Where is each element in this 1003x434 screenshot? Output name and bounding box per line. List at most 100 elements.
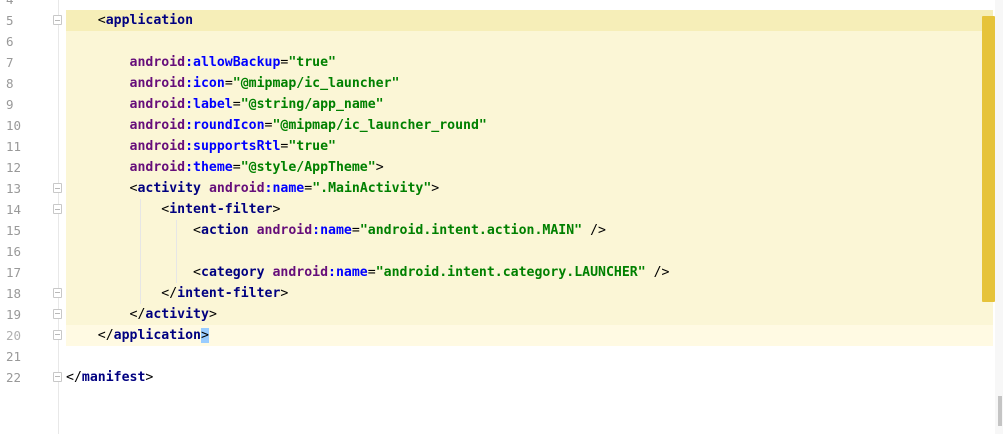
code-line[interactable]: </intent-filter> — [66, 283, 993, 304]
code-token: "android.intent.category.LAUNCHER" — [375, 265, 646, 280]
code-token: manifest — [81, 370, 146, 385]
code-line[interactable]: android:supportsRtl="true" — [66, 136, 993, 157]
code-token: "@style/AppTheme" — [240, 160, 376, 175]
scrollbar-thumb[interactable] — [998, 396, 1002, 426]
code-token: "true" — [288, 55, 336, 70]
code-token: activity — [145, 307, 209, 322]
line-number: 9 — [6, 97, 14, 112]
code-token: :name — [328, 265, 368, 280]
code-line[interactable]: android:theme="@style/AppTheme"> — [66, 157, 993, 178]
code-token: </ — [161, 286, 178, 301]
fold-open-icon[interactable] — [53, 15, 62, 25]
line-number: 7 — [6, 55, 14, 70]
code-line[interactable]: </manifest> — [66, 367, 993, 388]
code-line[interactable]: <activity android:name=".MainActivity"> — [66, 178, 993, 199]
scrollbar[interactable] — [995, 0, 1003, 434]
code-token: = — [232, 160, 241, 175]
fold-close-icon[interactable] — [53, 372, 62, 382]
code-token: :name — [264, 181, 305, 196]
code-token: action — [201, 223, 257, 238]
code-token: application — [105, 13, 194, 28]
code-token: </ — [66, 370, 82, 385]
code-line[interactable]: <action android:name="android.intent.act… — [66, 220, 993, 241]
code-token: /> — [645, 265, 670, 280]
line-number: 5 — [6, 13, 14, 28]
code-token: "@mipmap/ic_launcher_round" — [272, 118, 487, 133]
line-number: 4 — [6, 0, 34, 10]
code-token: > — [280, 286, 289, 301]
code-line[interactable]: android:allowBackup="true" — [66, 52, 993, 73]
code-token: ".MainActivity" — [312, 181, 432, 196]
fold-open-icon[interactable] — [53, 204, 62, 214]
line-number: 8 — [6, 76, 14, 91]
code-line[interactable]: <category android:name="android.intent.c… — [66, 262, 993, 283]
line-number: 10 — [6, 118, 22, 133]
line-number: 21 — [6, 349, 22, 364]
code-line[interactable] — [66, 31, 993, 52]
code-line[interactable]: android:roundIcon="@mipmap/ic_launcher_r… — [66, 115, 993, 136]
code-token: "android.intent.action.MAIN" — [359, 223, 583, 238]
code-line[interactable]: <application — [66, 10, 993, 31]
code-token: android — [129, 97, 186, 112]
code-line[interactable]: </application> — [66, 325, 993, 346]
code-token: "@mipmap/ic_launcher" — [232, 76, 400, 91]
code-line[interactable] — [66, 241, 993, 262]
fold-close-icon[interactable] — [53, 288, 62, 298]
line-number: 16 — [6, 244, 22, 259]
code-token: category — [201, 265, 273, 280]
code-token: > — [208, 307, 217, 322]
gutter-divider — [58, 0, 59, 434]
code-line[interactable]: android:label="@string/app_name" — [66, 94, 993, 115]
code-token: "true" — [288, 139, 336, 154]
code-token: < — [193, 223, 201, 238]
code-token: application — [113, 328, 201, 343]
code-token: :icon — [185, 76, 225, 91]
fold-open-icon[interactable] — [53, 183, 62, 193]
code-token: :allowBackup — [185, 55, 281, 70]
line-number: 12 — [6, 160, 22, 175]
code-token: :roundIcon — [185, 118, 265, 133]
matched-brace: > — [201, 328, 209, 343]
code-token: android — [129, 76, 186, 91]
code-token: android — [208, 181, 265, 196]
code-token: activity — [137, 181, 209, 196]
code-token: = — [232, 97, 241, 112]
code-token: /> — [582, 223, 606, 238]
code-token: android — [129, 118, 186, 133]
line-number: 17 — [6, 265, 22, 280]
code-token: intent-filter — [177, 286, 281, 301]
scope-marker-stripe[interactable] — [982, 16, 995, 302]
code-line[interactable]: android:icon="@mipmap/ic_launcher" — [66, 73, 993, 94]
code-token: > — [431, 181, 440, 196]
code-token: "@string/app_name" — [240, 97, 384, 112]
code-token: = — [224, 76, 233, 91]
code-line[interactable]: </activity> — [66, 304, 993, 325]
code-token: > — [272, 202, 281, 217]
line-number: 14 — [6, 202, 22, 217]
code-token: :name — [312, 223, 352, 238]
fold-close-icon[interactable] — [53, 309, 62, 319]
code-line[interactable]: <intent-filter> — [66, 199, 993, 220]
code-token: intent-filter — [169, 202, 273, 217]
code-token: </ — [129, 307, 146, 322]
line-number: 15 — [6, 223, 22, 238]
code-token: android — [272, 265, 329, 280]
code-token: android — [129, 160, 186, 175]
line-number: 11 — [6, 139, 22, 154]
code-line[interactable] — [66, 0, 993, 10]
code-line[interactable] — [66, 346, 993, 367]
line-number: 18 — [6, 286, 22, 301]
fold-close-icon[interactable] — [53, 330, 62, 340]
